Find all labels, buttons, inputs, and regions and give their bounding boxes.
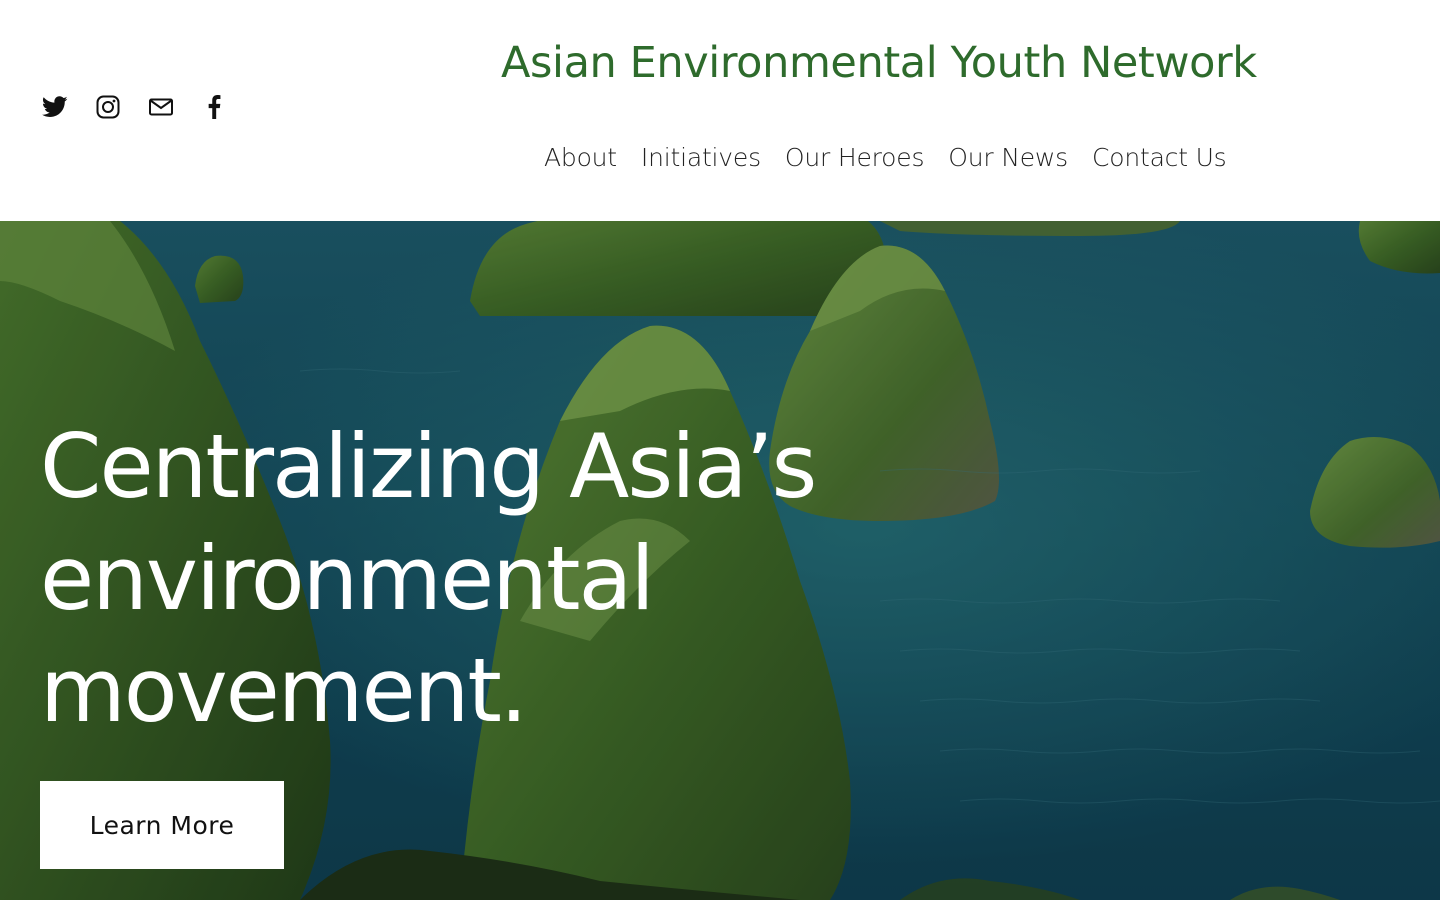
nav-initiatives[interactable]: Initiatives: [641, 142, 761, 174]
facebook-icon[interactable]: [199, 92, 229, 122]
email-icon[interactable]: [146, 92, 176, 122]
hero-heading: Centralizing Asia’s environmental moveme…: [40, 411, 940, 747]
learn-more-button[interactable]: Learn More: [40, 781, 284, 869]
nav-contact-us[interactable]: Contact Us: [1092, 142, 1227, 174]
hero-heading-line-2: environmental: [40, 527, 655, 630]
nav-our-news[interactable]: Our News: [948, 142, 1068, 174]
site-header: Asian Environmental Youth Network About …: [0, 0, 1440, 221]
twitter-icon[interactable]: [40, 92, 70, 122]
site-title[interactable]: Asian Environmental Youth Network: [501, 36, 1257, 90]
hero-heading-line-3: movement.: [40, 639, 528, 742]
hero-heading-line-1: Centralizing Asia’s: [40, 415, 817, 518]
hero-section: Centralizing Asia’s environmental moveme…: [0, 221, 1440, 900]
instagram-icon[interactable]: [93, 92, 123, 122]
main-nav: About Initiatives Our Heroes Our News Co…: [544, 142, 1251, 174]
nav-our-heroes[interactable]: Our Heroes: [785, 142, 925, 174]
nav-about[interactable]: About: [544, 142, 617, 174]
social-links: [40, 92, 252, 122]
